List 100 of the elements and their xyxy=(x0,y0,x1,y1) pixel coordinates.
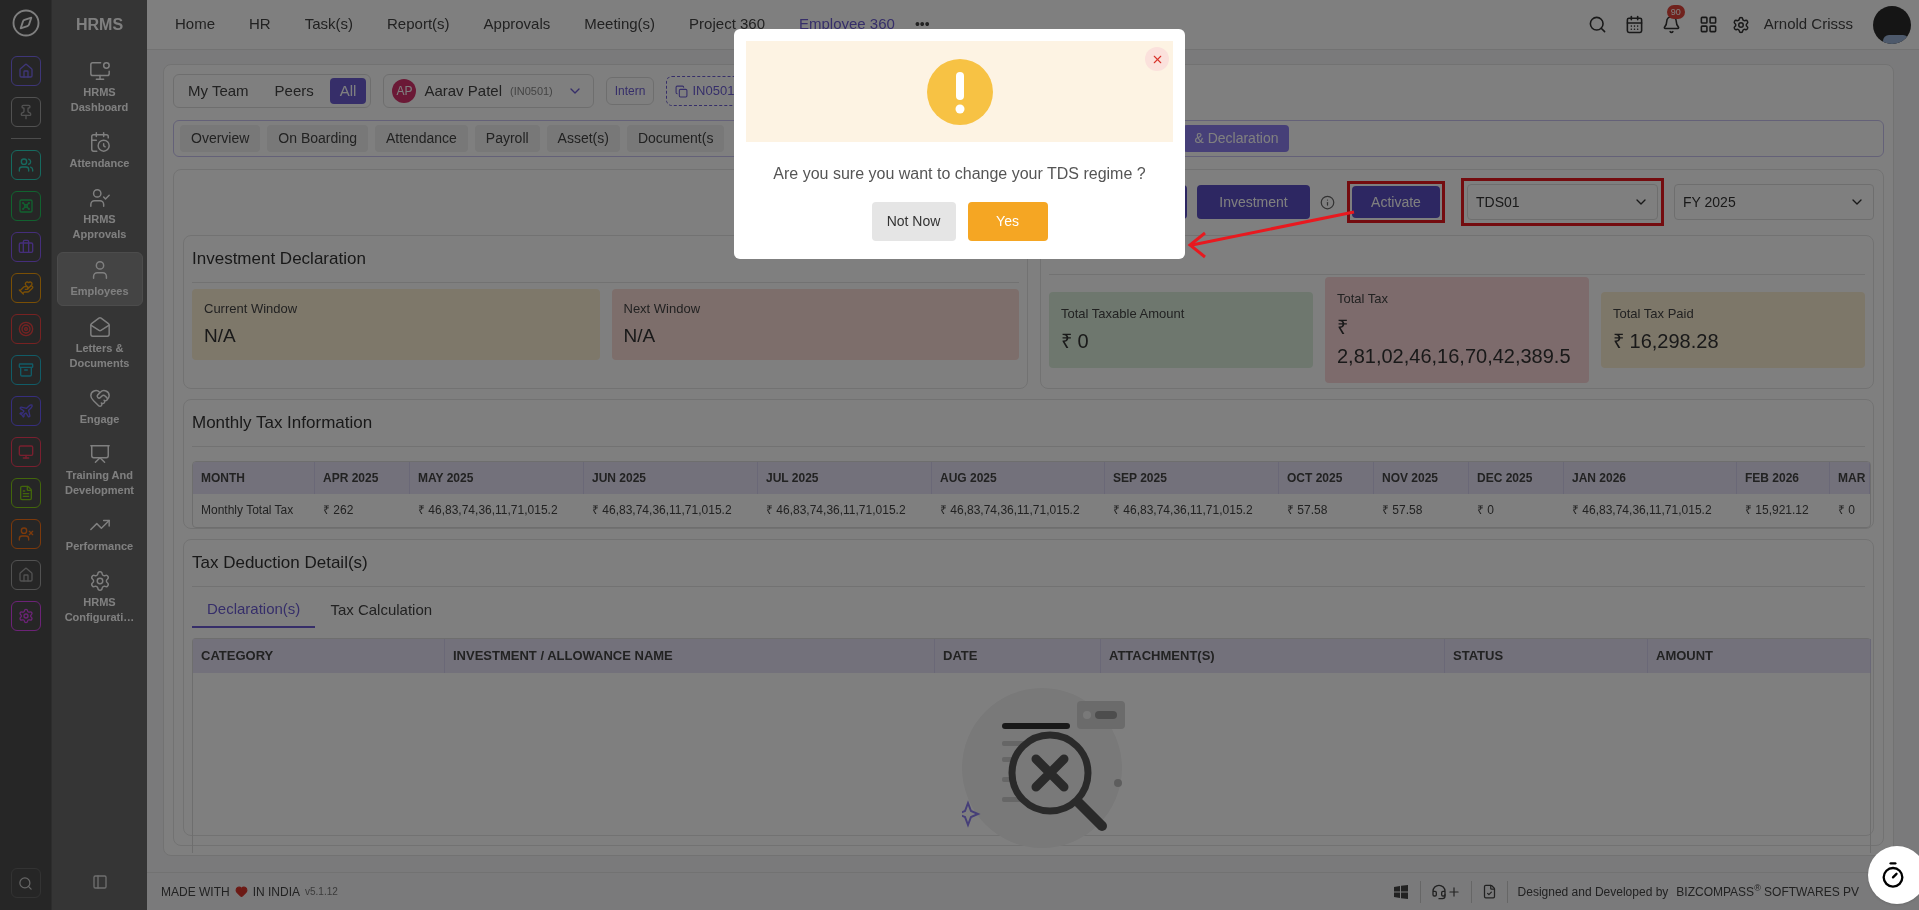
nav-link[interactable]: Home xyxy=(175,13,215,36)
column-header: MAY 2025 xyxy=(410,461,584,494)
sidebar-icon xyxy=(88,387,111,409)
info-icon[interactable] xyxy=(1320,194,1335,210)
cancel-button[interactable]: Not Now xyxy=(871,202,956,241)
tab[interactable]: Attendance xyxy=(374,125,468,152)
rail-icon-button[interactable] xyxy=(10,519,41,549)
rail-icon-button[interactable] xyxy=(10,560,41,590)
sidebar-item[interactable]: HRMS Dashboard xyxy=(56,54,143,121)
rail-icon-button[interactable] xyxy=(10,601,41,631)
rail-icon-button[interactable] xyxy=(10,355,41,385)
table-cell-text: ₹ 46,83,74,36,11,71,015.2 xyxy=(1571,502,1713,519)
sidebar-item[interactable]: Engage xyxy=(56,381,143,433)
more-button[interactable]: ••• xyxy=(914,14,930,35)
apps-icon[interactable] xyxy=(1698,15,1718,34)
tab[interactable]: Overview xyxy=(180,125,261,152)
headset-icon[interactable] xyxy=(1430,883,1447,900)
column-header: STATUS xyxy=(1445,638,1648,673)
nav-link[interactable]: Project 360 xyxy=(689,13,765,36)
rail-icon xyxy=(17,444,34,460)
column-header: ATTACHMENT(S) xyxy=(1101,638,1445,673)
tile-label: Current Window xyxy=(204,299,299,318)
tile-value: ₹ 16,298.28 xyxy=(1613,329,1720,354)
document-check-icon[interactable] xyxy=(1481,884,1497,899)
sidebar-item[interactable]: Attendance xyxy=(56,125,143,177)
close-button[interactable] xyxy=(1145,47,1169,71)
table-cell-text: ₹ 46,83,74,36,11,71,015.2 xyxy=(417,502,559,519)
rail-icon-button[interactable] xyxy=(10,314,41,344)
credit-text: Designed and Developed by xyxy=(1517,883,1669,901)
column-header: MAR xyxy=(1830,461,1870,494)
tab[interactable]: Declaration(s) xyxy=(192,592,316,628)
notification-icon[interactable] xyxy=(1661,15,1681,34)
search-icon[interactable] xyxy=(1587,15,1607,34)
rail-icon-button[interactable] xyxy=(10,56,41,86)
column-header: JAN 2026 xyxy=(1564,461,1737,494)
rail-icon-button[interactable] xyxy=(10,150,41,180)
scope-option[interactable]: Peers xyxy=(264,78,324,104)
rail-icon-button[interactable] xyxy=(10,191,41,221)
sidebar-item[interactable]: HRMS Configurati… xyxy=(56,564,143,631)
tab[interactable]: Asset(s) xyxy=(546,125,620,152)
rail-icon-button[interactable] xyxy=(10,437,41,467)
sidebar-icon xyxy=(88,187,111,209)
settings-icon[interactable] xyxy=(1731,15,1750,34)
tab[interactable]: Tax Calculation xyxy=(315,592,448,628)
column-header: DEC 2025 xyxy=(1469,461,1564,494)
plus-icon[interactable] xyxy=(1446,884,1461,899)
table-cell-text: Monthly Total Tax xyxy=(200,502,295,519)
avatar[interactable] xyxy=(1873,5,1911,44)
collapse-icon[interactable] xyxy=(91,874,108,890)
table-cell-text: ₹ 46,83,74,36,11,71,015.2 xyxy=(1112,502,1254,519)
regime-select[interactable]: TDS01 xyxy=(1467,184,1658,220)
scope-option[interactable]: All xyxy=(329,78,367,104)
rail-icon xyxy=(17,608,34,624)
tab[interactable]: Payroll xyxy=(474,125,540,152)
nav-link[interactable]: Report(s) xyxy=(387,13,450,36)
table-cell-text: ₹ 57.58 xyxy=(1381,502,1424,519)
confirm-button[interactable]: Yes xyxy=(967,202,1048,241)
column-header: AMOUNT xyxy=(1648,638,1871,673)
nav-link[interactable]: Approvals xyxy=(483,13,551,36)
rail-icon-button[interactable] xyxy=(10,478,41,508)
nav-link[interactable]: Task(s) xyxy=(304,13,354,36)
column-header: JUN 2025 xyxy=(584,461,758,494)
dialog-message: Are you sure you want to change your TDS regime ? xyxy=(773,164,1146,184)
scope-option[interactable]: My Team xyxy=(178,78,259,104)
copy-icon xyxy=(675,84,689,98)
rail-icon-button[interactable] xyxy=(10,232,41,262)
rail-icon xyxy=(17,526,34,542)
table-cell-text: ₹ 57.58 xyxy=(1286,502,1329,519)
rail-icon xyxy=(17,239,34,255)
rail-icon-button[interactable] xyxy=(10,396,41,426)
sidebar-item[interactable]: Performance xyxy=(56,508,143,560)
rail-icon xyxy=(17,63,34,79)
tab[interactable]: Document(s xyxy=(626,125,725,152)
nav-link[interactable]: Meeting(s) xyxy=(584,13,656,36)
company-name: BIZCOMPASS$^{®}$ SOFTWARES PV xyxy=(1676,882,1859,901)
tile-label: Total Tax Paid xyxy=(1613,304,1695,323)
card-title: Tax Deduction Detail(s) xyxy=(192,550,1865,587)
user-name: Arnold Crisss xyxy=(1763,14,1853,35)
rail-icon-button[interactable] xyxy=(10,97,41,127)
type-tag: Intern xyxy=(605,77,655,105)
sidebar-item[interactable]: Letters & Documents xyxy=(56,310,143,377)
investment-button[interactable]: Investment xyxy=(1197,185,1310,219)
rail-icon xyxy=(17,321,34,337)
column-header: AUG 2025 xyxy=(932,461,1105,494)
sidebar-item[interactable]: HRMS Approvals xyxy=(56,181,143,248)
rail-icon xyxy=(17,157,34,173)
nav-link[interactable]: HR xyxy=(249,13,271,36)
employee-select[interactable]: AP Aarav Patel (IN0501) xyxy=(383,74,594,108)
logo-icon xyxy=(10,8,41,38)
windows-icon[interactable] xyxy=(1393,884,1408,899)
employee-name: Aarav Patel xyxy=(424,80,502,101)
rail-icon-button[interactable] xyxy=(10,273,41,303)
sidebar-item[interactable]: Training And Development xyxy=(56,437,143,504)
tab[interactable]: & Declaration xyxy=(1183,125,1290,152)
tab[interactable]: On Boarding xyxy=(267,125,368,152)
activate-button[interactable]: Activate xyxy=(1352,186,1440,218)
search-button[interactable] xyxy=(10,868,41,898)
year-select[interactable]: FY 2025 xyxy=(1674,184,1874,220)
rail-icon xyxy=(17,362,34,378)
calendar-icon[interactable] xyxy=(1624,15,1644,34)
